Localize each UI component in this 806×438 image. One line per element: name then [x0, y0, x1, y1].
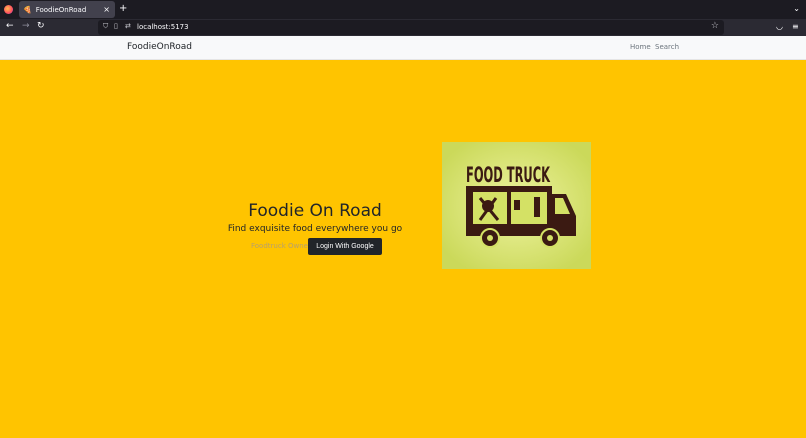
browser-toolbar: ← → ↻ ⛉ ▯ ⇄ localhost:5173 ☆ ◡ ≡ [0, 19, 806, 36]
logo-text: FOOD TRUCK [466, 163, 550, 187]
tab-favicon-icon: 🍕 [23, 5, 32, 14]
list-tabs-icon[interactable]: ⌄ [793, 4, 800, 13]
forward-icon[interactable]: → [22, 21, 30, 31]
tab-title: FoodieOnRoad [35, 5, 87, 14]
pocket-icon[interactable]: ◡ [776, 22, 783, 31]
hero-subtitle: Find exquisite food everywhere you go [227, 224, 403, 234]
new-tab-button[interactable]: + [119, 3, 127, 14]
owner-label: Foodtruck Owner? [251, 242, 315, 250]
url-text[interactable]: localhost:5173 [137, 23, 189, 31]
site-brand[interactable]: FoodieOnRoad [127, 42, 192, 52]
site-navbar: FoodieOnRoad Home Search [0, 36, 806, 60]
firefox-icon[interactable] [4, 5, 13, 14]
browser-tab[interactable]: 🍕 FoodieOnRoad × [19, 1, 115, 18]
url-bar[interactable]: ⛉ ▯ ⇄ localhost:5173 ☆ [98, 20, 724, 35]
login-google-button[interactable]: Login With Google [308, 238, 382, 255]
menu-icon[interactable]: ≡ [792, 22, 799, 31]
tab-close-icon[interactable]: × [103, 5, 110, 14]
bookmark-star-icon[interactable]: ☆ [711, 21, 719, 31]
food-truck-icon: FOOD TRUCK [442, 142, 591, 269]
page-icon[interactable]: ▯ [114, 22, 118, 30]
food-truck-logo: FOOD TRUCK [442, 142, 591, 269]
back-icon[interactable]: ← [6, 21, 14, 31]
nav-link-home[interactable]: Home [630, 43, 651, 51]
browser-tab-bar: 🍕 FoodieOnRoad × + ⌄ [0, 0, 806, 19]
reload-icon[interactable]: ↻ [37, 21, 45, 31]
nav-link-search[interactable]: Search [655, 43, 679, 51]
shield-icon[interactable]: ⛉ [103, 22, 108, 31]
permissions-icon[interactable]: ⇄ [125, 22, 131, 30]
hero-title: Foodie On Road [248, 201, 382, 221]
